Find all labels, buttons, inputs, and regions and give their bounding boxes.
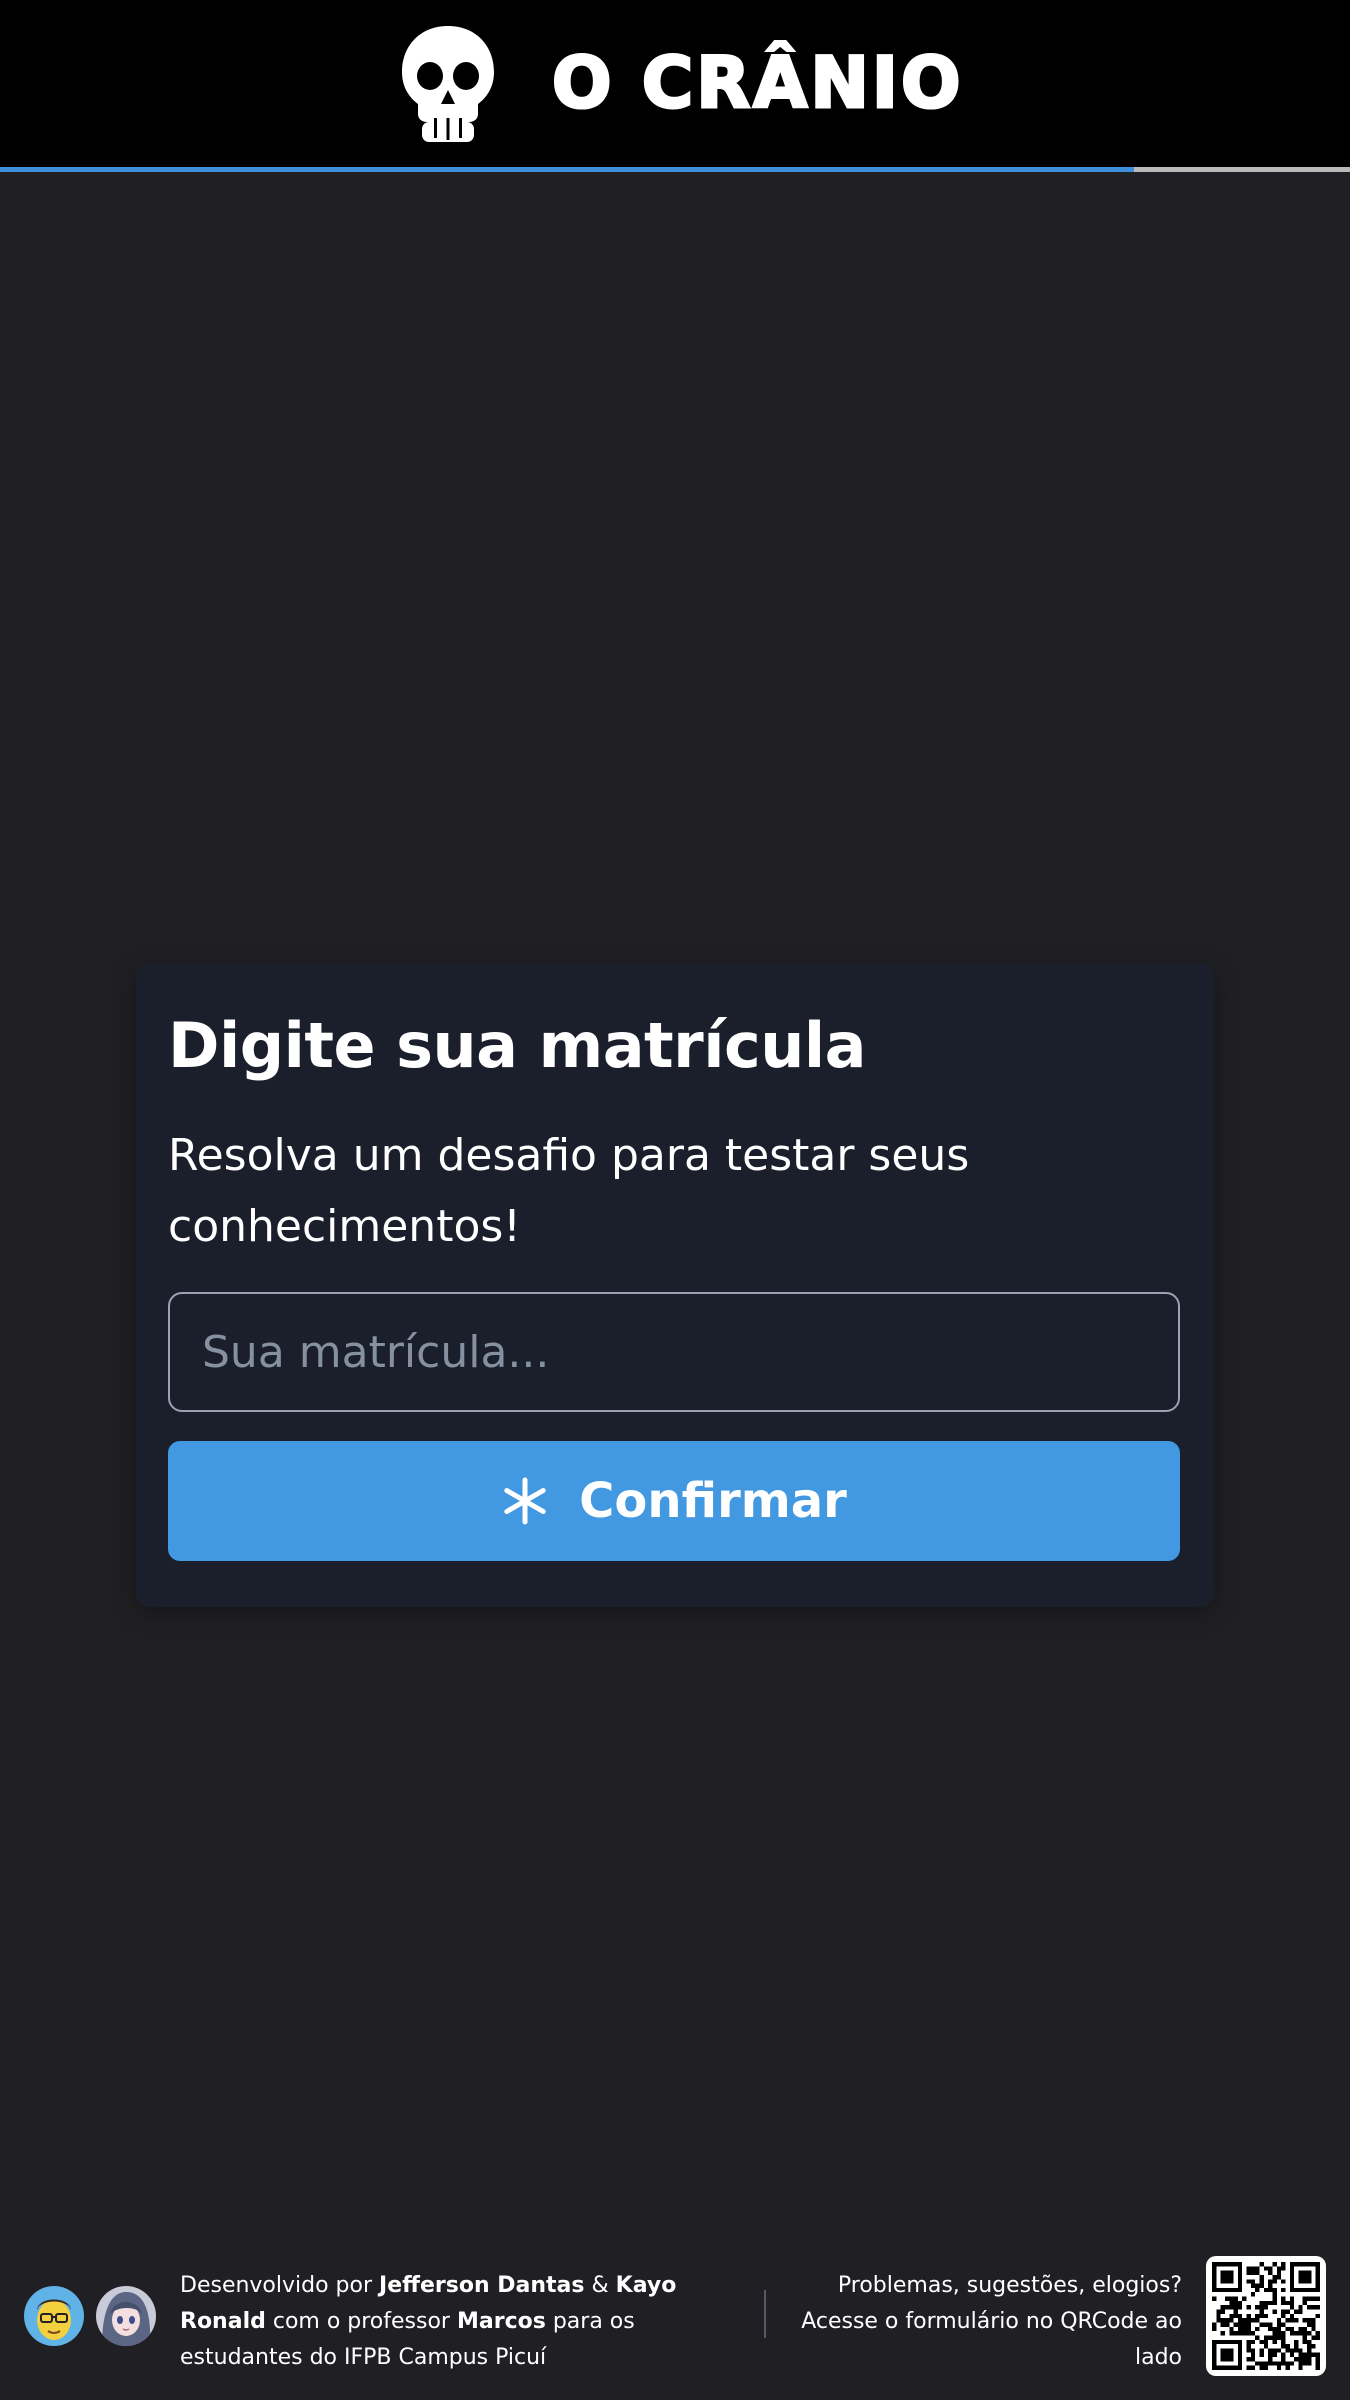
progress-fill	[0, 167, 1134, 172]
qr-code-icon	[1212, 2262, 1320, 2370]
confirm-button[interactable]: Confirmar	[168, 1441, 1180, 1561]
credits-text: Desenvolvido por Jefferson Dantas & Kayo…	[180, 2273, 677, 2370]
matricula-input[interactable]	[168, 1292, 1180, 1412]
card-subtitle: Resolva um desafio para testar seus conh…	[168, 1130, 970, 1252]
app-name: O CRÂNIO	[550, 42, 964, 124]
avatar	[24, 2286, 84, 2346]
footer-divider	[764, 2290, 766, 2338]
registration-card: Digite sua matrícula Resolva um desafio …	[136, 963, 1214, 1607]
feedback-instruction: Acesse o formulário no QRCode ao lado	[801, 2309, 1182, 2370]
feedback-text: Problemas, sugestões, elogios? Acesse o …	[790, 2268, 1182, 2376]
asterisk-icon	[504, 1477, 546, 1525]
progress-bar	[0, 167, 1350, 172]
app-header: O CRÂNIO	[0, 0, 1350, 167]
skull-icon	[402, 26, 494, 142]
author-name: Jefferson Dantas	[379, 2273, 585, 2298]
avatar	[96, 2286, 156, 2346]
confirm-button-label: Confirmar	[579, 1473, 847, 1529]
footer: Desenvolvido por Jefferson Dantas & Kayo…	[0, 2232, 1350, 2400]
qr-code[interactable]	[1206, 2256, 1326, 2376]
brand-logo[interactable]: O CRÂNIO	[398, 22, 963, 144]
card-title: Digite sua matrícula	[168, 1009, 866, 1082]
professor-name: Marcos	[456, 2309, 546, 2334]
feedback-question: Problemas, sugestões, elogios?	[837, 2273, 1182, 2298]
